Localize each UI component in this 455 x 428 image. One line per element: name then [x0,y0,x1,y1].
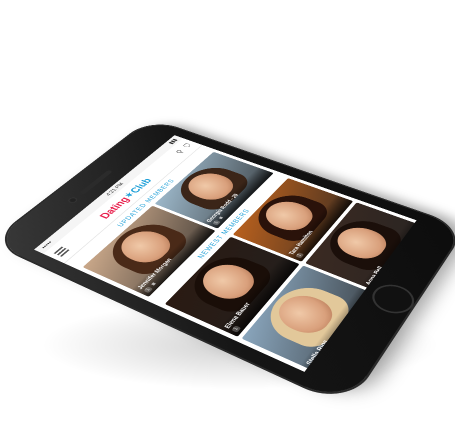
nav-actions: ⚲ ⛉ [174,143,193,155]
camera-icon: ◙ [218,216,225,220]
photo-count-badge: 1 [212,219,221,226]
photo-count-badge: 1 [231,325,242,333]
app-screen: ••••• 4:21 PM ▮▮▮ Dating ✶ Club ⚲ ⛉ UPDA [33,135,417,372]
photo-count-badge: 1 [143,286,154,294]
camera-icon: ◙ [150,281,158,287]
hamburger-menu-icon[interactable] [53,246,70,257]
home-button[interactable] [365,279,421,319]
search-icon[interactable]: ⚲ [174,149,186,155]
device-stage: ••••• 4:21 PM ▮▮▮ Dating ✶ Club ⚲ ⛉ UPDA [0,0,455,428]
phone-device: ••••• 4:21 PM ▮▮▮ Dating ✶ Club ⚲ ⛉ UPDA [0,119,455,406]
filter-icon[interactable]: ⛉ [182,143,194,149]
photo-count-badge: 1 [295,252,305,259]
photo-count-badge: 1 [313,361,324,370]
front-camera [66,196,79,204]
